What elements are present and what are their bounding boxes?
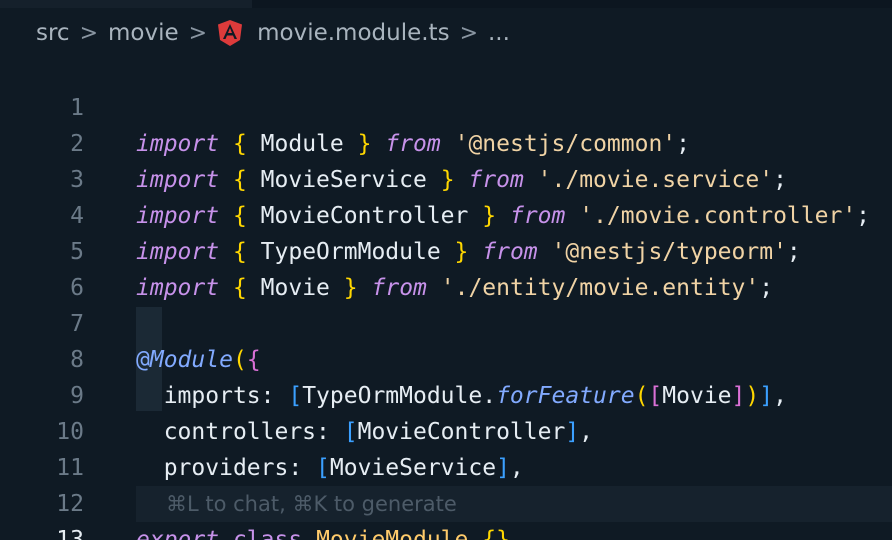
breadcrumb-separator: > — [188, 20, 208, 46]
code-editor[interactable]: src > movie > movie.module.ts > ... 1 im… — [0, 0, 892, 540]
code-line[interactable]: 7 @Module({ — [0, 270, 892, 373]
inline-ai-hint: ⌘L to chat, ⌘K to generate — [166, 492, 457, 516]
breadcrumb-item-movie[interactable]: movie — [108, 20, 179, 46]
breadcrumb-separator: > — [459, 20, 478, 46]
code-line[interactable]: 6 — [0, 234, 892, 301]
active-tab[interactable] — [0, 0, 252, 8]
code-line[interactable]: 3 import { MovieController } from './mov… — [0, 126, 892, 229]
breadcrumb-separator: > — [79, 20, 99, 46]
code-line[interactable]: 9 controllers: [MovieController], — [0, 342, 892, 445]
code-line[interactable]: 11 }) — [0, 414, 892, 517]
breadcrumb-item-file[interactable]: movie.module.ts — [257, 20, 449, 46]
breadcrumb: src > movie > movie.module.ts > ... — [36, 14, 510, 52]
line-source: export class MovieModule {} — [136, 527, 510, 540]
angular-icon — [217, 19, 243, 47]
breadcrumb-item-src[interactable]: src — [36, 20, 70, 46]
line-number: 13 — [56, 527, 84, 540]
code-line[interactable]: 8 imports: [TypeOrmModule.forFeature([Mo… — [0, 306, 892, 409]
code-line[interactable]: 10 providers: [MovieService], — [0, 378, 892, 481]
tab-strip — [0, 0, 892, 8]
code-line[interactable]: 1 import { Module } from '@nestjs/common… — [0, 54, 892, 157]
code-area[interactable]: 1 import { Module } from '@nestjs/common… — [0, 54, 892, 540]
code-line[interactable]: 2 import { MovieService } from './movie.… — [0, 90, 892, 193]
code-line[interactable]: 4 import { TypeOrmModule } from '@nestjs… — [0, 162, 892, 265]
breadcrumb-item-more[interactable]: ... — [488, 20, 510, 46]
code-line[interactable]: 12 export class MovieModule {} — [0, 450, 892, 540]
code-line[interactable]: 5 import { Movie } from './entity/movie.… — [0, 198, 892, 301]
